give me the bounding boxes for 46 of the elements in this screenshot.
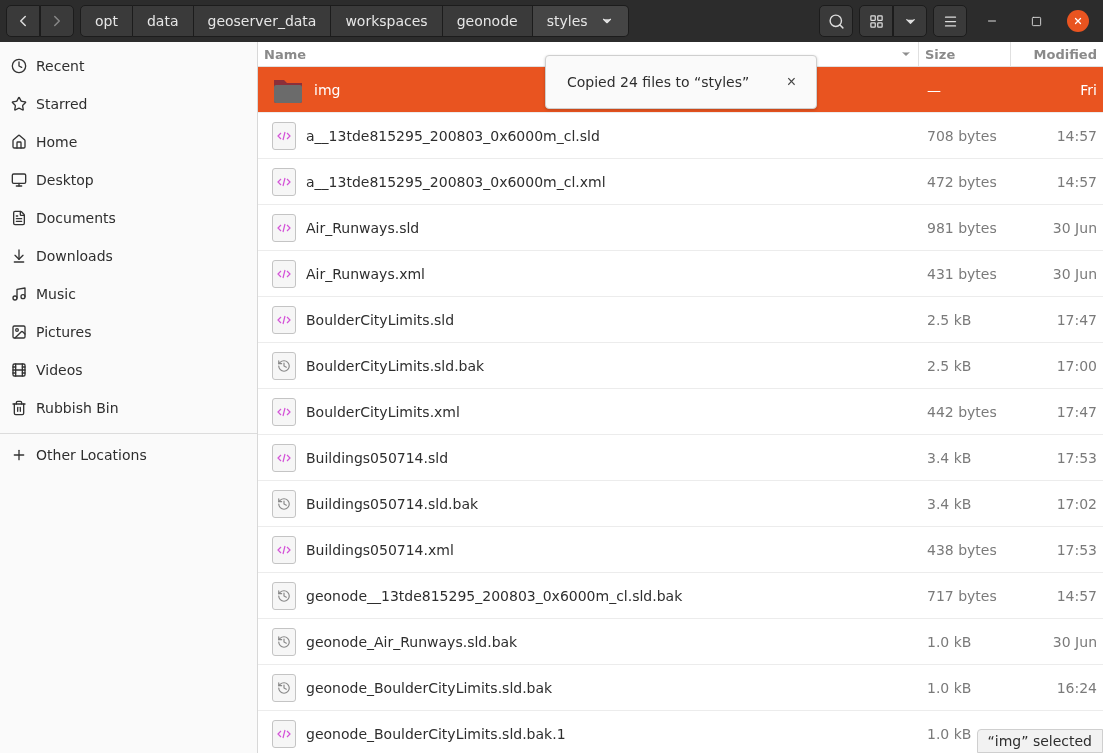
file-name: geonode_Air_Runways.sld.bak [306,633,518,650]
file-name: BoulderCityLimits.sld [306,311,455,328]
file-size: 1.0 kB [927,725,972,742]
modified-time: 30 Jun [1052,265,1097,282]
modified-time: 17:47 [1056,311,1097,328]
file-name: a__13tde815295_200803_0x6000m_cl.sld [306,127,600,144]
modified-time: Fri [1080,81,1097,98]
file-size: 2.5 kB [927,357,972,374]
file-size: 442 bytes [927,403,997,420]
modified-time: 14:57 [1056,127,1097,144]
file-name: Buildings050714.sld.bak [306,495,479,512]
file-size: 438 bytes [927,541,997,558]
file-name: img [314,81,341,98]
file-size: 708 bytes [927,127,997,144]
modified-time: 17:53 [1056,541,1097,558]
modified-time: 30 Jun [1052,219,1097,236]
modified-time: 30 Jun [1052,633,1097,650]
status-toast: “img” selected [976,729,1103,753]
file-name: geonode__13tde815295_200803_0x6000m_cl.sld.bak [306,587,683,604]
file-name: Buildings050714.sld [306,449,449,466]
file-name: BoulderCityLimits.xml [306,403,460,420]
file-name: Buildings050714.xml [306,541,454,558]
modified-time: 16:24 [1056,679,1097,696]
modified-time: 14:57 [1056,173,1097,190]
file-size: 2.5 kB [927,311,972,328]
file-size: 1.0 kB [927,633,972,650]
modified-time: 17:47 [1056,403,1097,420]
file-name: Air_Runways.xml [306,265,425,282]
modified-time: 17:02 [1056,495,1097,512]
file-name: Air_Runways.sld [306,219,420,236]
file-size: 717 bytes [927,587,997,604]
modified-time: 17:53 [1056,449,1097,466]
notification-message: Copied 24 files to “styles” [567,74,750,90]
file-size: 431 bytes [927,265,997,282]
file-size: 3.4 kB [927,495,972,512]
file-name: geonode_BoulderCityLimits.sld.bak [306,679,553,696]
modified-time: 17:00 [1056,357,1097,374]
file-size: 981 bytes [927,219,997,236]
file-size: 472 bytes [927,173,997,190]
modified-time: 14:57 [1056,587,1097,604]
file-name: geonode_BoulderCityLimits.sld.bak.1 [306,725,566,742]
file-size: — [927,81,941,98]
file-name: a__13tde815295_200803_0x6000m_cl.xml [306,173,606,190]
file-size: 3.4 kB [927,449,972,466]
file-size: 1.0 kB [927,679,972,696]
file-name: BoulderCityLimits.sld.bak [306,357,485,374]
